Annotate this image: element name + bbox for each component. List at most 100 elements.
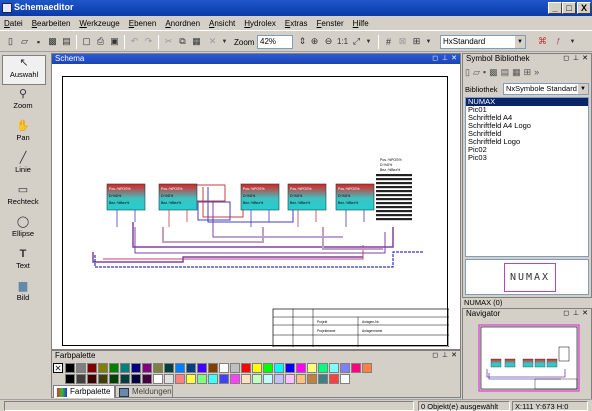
color-swatch[interactable] xyxy=(263,363,273,373)
paste-icon[interactable]: ▦ xyxy=(190,35,203,48)
menu-fenster[interactable]: Fenster xyxy=(317,19,344,28)
zoom-1to1-icon[interactable]: 1:1 xyxy=(336,35,349,48)
float-icon[interactable]: ◻ xyxy=(563,309,569,319)
export-icon[interactable]: ▣ xyxy=(108,35,121,48)
library-import-icon[interactable]: ▤ xyxy=(501,67,513,77)
tool-zoom[interactable]: ⚲ Zoom xyxy=(0,87,46,117)
maximize-button[interactable]: □ xyxy=(562,2,576,14)
color-swatch[interactable] xyxy=(131,374,141,384)
symbol-list-item[interactable]: Pic03 xyxy=(466,154,588,162)
library-combo[interactable]: NxSymbole Standard ▼ xyxy=(503,83,589,95)
effects-icon[interactable]: ƒ xyxy=(552,35,565,48)
color-swatch[interactable] xyxy=(164,363,174,373)
color-swatch[interactable] xyxy=(318,363,328,373)
snap-icon[interactable]: ⊠ xyxy=(396,35,409,48)
new-symbol-icon[interactable]: ▯ xyxy=(465,67,473,77)
color-swatch[interactable] xyxy=(208,374,218,384)
color-swatch[interactable] xyxy=(142,374,152,384)
color-swatch[interactable] xyxy=(340,374,350,384)
new-file-icon[interactable]: ▯ xyxy=(4,35,17,48)
color-swatch[interactable] xyxy=(186,374,196,384)
color-swatch[interactable] xyxy=(219,363,229,373)
open-library-icon[interactable]: ▱ xyxy=(473,67,483,77)
color-swatch[interactable] xyxy=(65,374,75,384)
close-icon[interactable]: ✕ xyxy=(451,351,457,361)
tool-ellipse[interactable]: ◯ Ellipse xyxy=(0,215,46,245)
color-swatch[interactable] xyxy=(87,374,97,384)
component-node[interactable]: Pos.:%POS% D:%D% Bez.:%Bez% xyxy=(240,183,280,227)
color-swatch[interactable] xyxy=(274,363,284,373)
color-swatch[interactable] xyxy=(285,363,295,373)
menu-werkzeuge[interactable]: Werkzeuge xyxy=(79,19,119,28)
pin-icon[interactable]: ⊥ xyxy=(573,54,579,64)
zoom-out-icon[interactable]: ⊖ xyxy=(322,35,335,48)
properties-icon[interactable]: ▤ xyxy=(60,35,73,48)
color-swatch[interactable] xyxy=(197,363,207,373)
menu-hydrolex[interactable]: Hydrolex xyxy=(244,19,276,28)
color-swatch[interactable] xyxy=(340,363,350,373)
color-swatch[interactable] xyxy=(329,363,339,373)
color-swatch[interactable] xyxy=(109,363,119,373)
symbol-list[interactable]: NUMAX Pic01 Schriftfeld A4 Schriftfeld A4 L… xyxy=(465,97,589,257)
tool-bild[interactable]: ▆ Bild xyxy=(0,279,46,309)
color-swatch[interactable] xyxy=(76,363,86,373)
color-swatch[interactable] xyxy=(197,374,207,384)
component-node[interactable]: Pos.:%POS% D:%D% Bez.:%Bez% xyxy=(335,183,375,227)
color-swatch[interactable] xyxy=(219,374,229,384)
tool-rechteck[interactable]: ▭ Rechteck xyxy=(0,183,46,213)
undo-icon[interactable]: ↶ xyxy=(128,35,141,48)
color-swatch[interactable] xyxy=(186,363,196,373)
close-button[interactable]: X xyxy=(577,2,591,14)
zoom-in-icon[interactable]: ⊕ xyxy=(308,35,321,48)
tool-pan[interactable]: ✋ Pan xyxy=(0,119,46,149)
color-swatch[interactable] xyxy=(285,374,295,384)
color-swatch[interactable] xyxy=(241,363,251,373)
color-swatch[interactable] xyxy=(252,374,262,384)
dropdown-arrow-icon[interactable]: ▼ xyxy=(566,35,579,48)
color-swatch[interactable] xyxy=(208,363,218,373)
color-swatch[interactable] xyxy=(109,374,119,384)
float-icon[interactable]: ◻ xyxy=(432,351,438,361)
color-swatch[interactable] xyxy=(120,374,130,384)
save-all-icon[interactable]: ▩ xyxy=(46,35,59,48)
tab-farbpalette[interactable]: Farbpalette xyxy=(53,385,115,398)
component-node[interactable]: Pos.:%POS% D:%D% Bez.:%Bez% xyxy=(158,183,198,227)
redo-icon[interactable]: ↷ xyxy=(142,35,155,48)
menu-extras[interactable]: Extras xyxy=(285,19,308,28)
color-swatch[interactable] xyxy=(252,363,262,373)
color-swatch[interactable] xyxy=(274,374,284,384)
copy-icon[interactable]: ⧉ xyxy=(176,35,189,48)
drawing-sheet[interactable]: Pos.:%POS% D:%D% Bez.:%Bez% Pos.:%POS% D:%D%… xyxy=(62,76,450,348)
float-icon[interactable]: ◻ xyxy=(563,54,569,64)
color-swatch[interactable] xyxy=(241,374,251,384)
color-swatch[interactable] xyxy=(120,363,130,373)
tool-linie[interactable]: ╱ Linie xyxy=(0,151,46,181)
schema-canvas[interactable]: Pos.:%POS% D:%D% Bez.:%Bez% Pos.:%POS% D:%D%… xyxy=(52,64,460,349)
menu-bearbeiten[interactable]: Bearbeiten xyxy=(32,19,71,28)
color-swatch[interactable] xyxy=(351,363,361,373)
pin-icon[interactable]: ⊥ xyxy=(442,54,448,64)
open-folder-icon[interactable]: ▱ xyxy=(18,35,31,48)
print-icon[interactable]: ⎙ xyxy=(94,35,107,48)
color-swatch[interactable] xyxy=(230,374,240,384)
color-swatch[interactable] xyxy=(263,374,273,384)
color-swatch[interactable] xyxy=(76,374,86,384)
color-swatch[interactable] xyxy=(131,363,141,373)
minimize-button[interactable]: _ xyxy=(548,2,562,14)
color-swatch[interactable] xyxy=(87,363,97,373)
more-icon[interactable]: » xyxy=(534,67,542,77)
no-color-swatch[interactable]: ⨯ xyxy=(53,363,63,373)
color-swatch[interactable] xyxy=(153,363,163,373)
color-swatch[interactable] xyxy=(307,363,317,373)
color-swatch[interactable] xyxy=(175,363,185,373)
color-swatch[interactable] xyxy=(296,363,306,373)
color-swatch[interactable] xyxy=(164,374,174,384)
menu-hilfe[interactable]: Hilfe xyxy=(353,19,369,28)
dropdown-arrow-icon[interactable]: ▼ xyxy=(218,35,231,48)
library-settings-icon[interactable]: ▩ xyxy=(489,67,501,77)
menu-datei[interactable]: Datei xyxy=(4,19,23,28)
library-export-icon[interactable]: ▦ xyxy=(512,67,524,77)
color-swatch[interactable] xyxy=(230,363,240,373)
style-combo[interactable]: HxStandard ▼ xyxy=(440,35,526,49)
menu-anordnen[interactable]: Anordnen xyxy=(165,19,200,28)
